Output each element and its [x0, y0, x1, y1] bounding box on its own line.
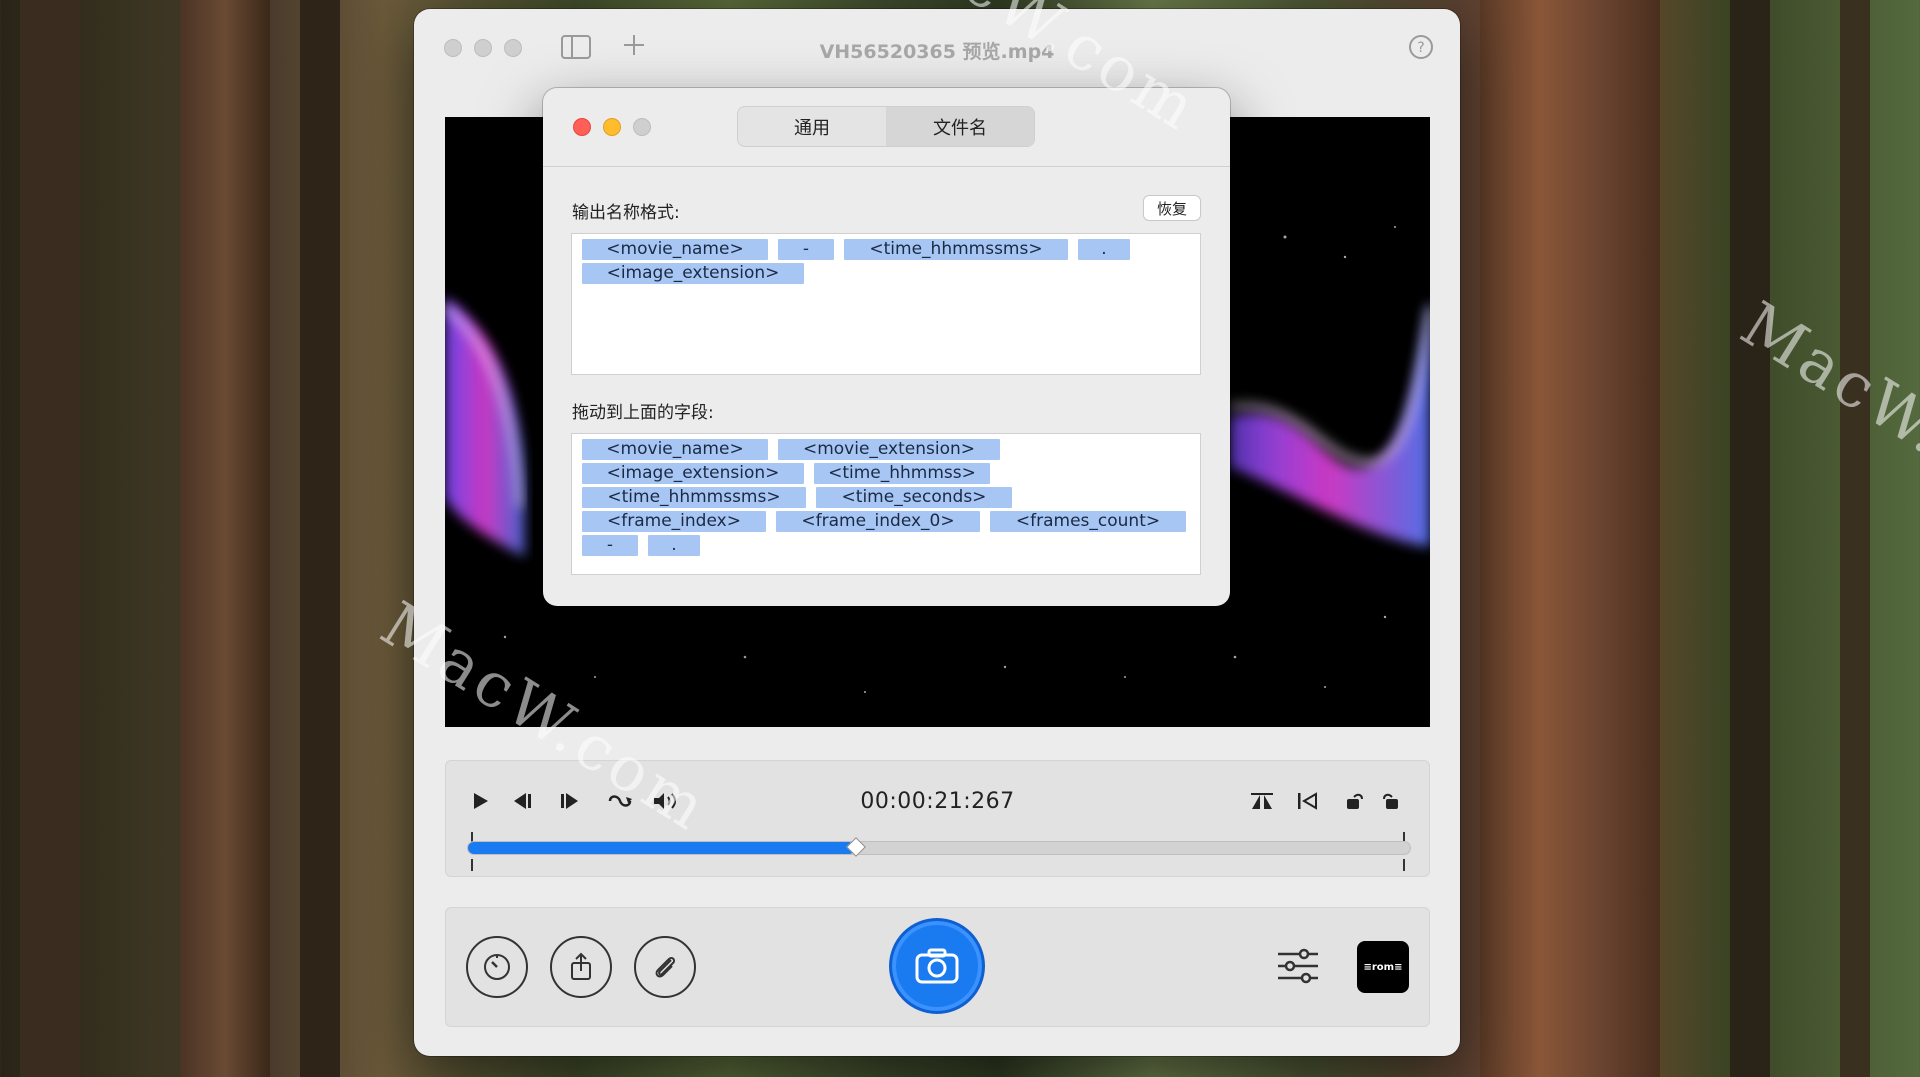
preferences-dialog: 通用 文件名 输出名称格式: 恢复 <movie_name> - <time_h… — [543, 88, 1230, 606]
playback-controls: 00:00:21:267 — [445, 760, 1430, 877]
timeline-progress — [468, 842, 856, 854]
output-format-field[interactable]: <movie_name> - <time_hhmmssms> . <image_… — [571, 233, 1201, 375]
restore-button[interactable]: 恢复 — [1143, 195, 1201, 221]
action-bar: ≡rom≡ — [445, 907, 1430, 1027]
background-tree — [1840, 0, 1870, 1077]
timecode-display: 00:00:21:267 — [860, 789, 1015, 814]
app-logo-button[interactable]: ≡rom≡ — [1357, 941, 1409, 993]
field-token[interactable]: <image_extension> — [582, 463, 804, 484]
timer-icon — [484, 954, 510, 980]
timer-button[interactable] — [466, 936, 528, 998]
format-token[interactable]: - — [778, 239, 834, 260]
dialog-minimize-button[interactable] — [603, 118, 621, 136]
background-tree — [1480, 0, 1660, 1077]
capture-button[interactable] — [889, 918, 985, 1014]
format-token[interactable]: . — [1078, 239, 1130, 260]
field-token[interactable]: <movie_extension> — [778, 439, 1000, 460]
flip-icon[interactable] — [1250, 791, 1274, 816]
field-token[interactable]: - — [582, 535, 638, 556]
field-token[interactable]: <frames_count> — [990, 511, 1186, 532]
field-token[interactable]: . — [648, 535, 700, 556]
available-fields-label: 拖动到上面的字段: — [572, 403, 714, 423]
dialog-header: 通用 文件名 — [543, 88, 1230, 167]
format-token[interactable]: <time_hhmmssms> — [844, 239, 1068, 260]
field-token[interactable]: <frame_index_0> — [776, 511, 980, 532]
field-token[interactable]: <time_hhmmssms> — [582, 487, 806, 508]
background-tree — [300, 0, 340, 1077]
background-tree — [20, 0, 80, 1077]
title-bar: VH56520365 预览.mp4 ? — [414, 9, 1460, 85]
background-tree — [180, 0, 270, 1077]
attach-icon — [655, 956, 676, 978]
trim-start-icon[interactable] — [1296, 791, 1320, 816]
tab-filename[interactable]: 文件名 — [886, 107, 1034, 146]
dialog-close-button[interactable] — [573, 118, 591, 136]
field-token[interactable]: <frame_index> — [582, 511, 766, 532]
range-start-marker-bottom — [471, 859, 473, 871]
question-circle-icon[interactable]: ? — [1408, 34, 1434, 64]
dialog-zoom-button — [633, 118, 651, 136]
background-tree — [1730, 0, 1770, 1077]
field-token[interactable]: <movie_name> — [582, 439, 768, 460]
rotate-left-icon[interactable] — [1344, 791, 1366, 816]
tab-segmented-control: 通用 文件名 — [737, 106, 1035, 147]
field-token[interactable]: <time_seconds> — [816, 487, 1012, 508]
format-token[interactable]: <image_extension> — [582, 263, 804, 284]
rotate-right-icon[interactable] — [1380, 791, 1402, 816]
sliders-icon[interactable] — [1276, 946, 1320, 990]
available-fields-field: <movie_name> <movie_extension> <image_ex… — [571, 433, 1201, 575]
attach-button[interactable] — [634, 936, 696, 998]
field-token[interactable]: <time_hhmmss> — [814, 463, 990, 484]
format-token[interactable]: <movie_name> — [582, 239, 768, 260]
svg-text:?: ? — [1417, 40, 1424, 56]
timeline-slider[interactable] — [467, 837, 1411, 857]
window-title: VH56520365 预览.mp4 — [819, 41, 1055, 63]
share-icon — [571, 952, 591, 980]
output-format-label: 输出名称格式: — [572, 203, 680, 223]
share-button[interactable] — [550, 936, 612, 998]
camera-icon — [915, 948, 959, 984]
tab-general[interactable]: 通用 — [738, 107, 886, 146]
range-end-marker-bottom — [1403, 859, 1405, 871]
